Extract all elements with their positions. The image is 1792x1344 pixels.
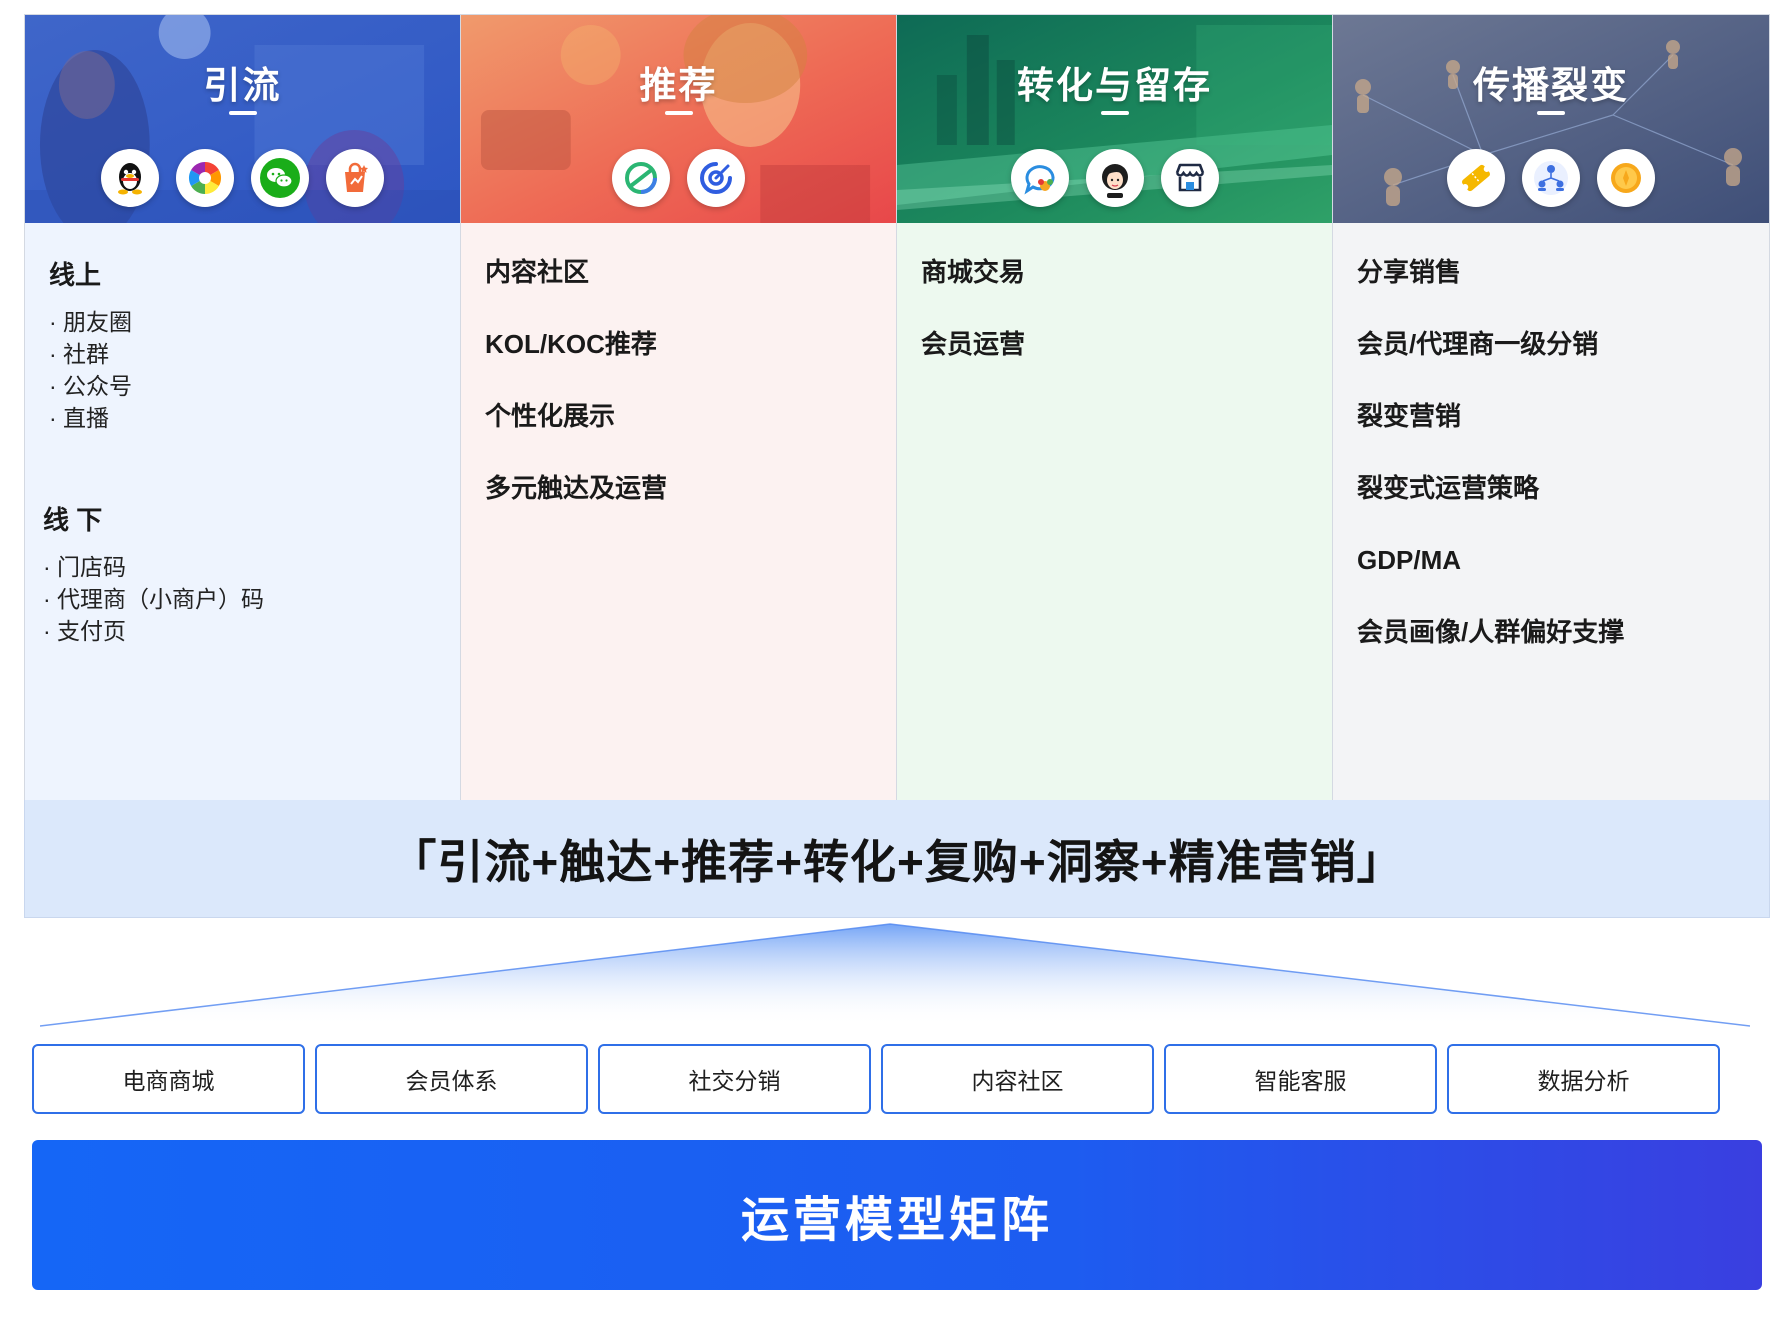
module-ecommerce: 电商商城 (32, 1044, 305, 1114)
column-header-traffic: 引流 (25, 15, 460, 223)
qq-icon (101, 149, 159, 207)
column-title: 引流 (203, 65, 282, 106)
feature-item: 会员/代理商一级分销 (1357, 329, 1599, 359)
column-title: 传播裂变 (1473, 65, 1629, 106)
recommend-icon (612, 149, 670, 207)
column-viral: 传播裂变 分享销售 会员/代理商一级分销 裂变营销 裂变式运营策略 GDP/MA… (1333, 15, 1769, 801)
module-smart-service: 智能客服 (1164, 1044, 1437, 1114)
column-body-recommend: 内容社区 KOL/KOC推荐 个性化展示 多元触达及运营 (461, 223, 896, 801)
feature-item: 裂变营销 (1357, 401, 1462, 431)
bullet-item: · 代理商（小商户）码 (43, 586, 265, 612)
module-data-analysis: 数据分析 (1447, 1044, 1720, 1114)
column-body-traffic: 线上 · 朋友圈 · 社群 · 公众号 · 直播 线 下 · 门店码 · 代理商… (25, 223, 460, 801)
feature-item: 个性化展示 (485, 401, 616, 431)
pyramid-connector (40, 923, 1750, 1027)
feature-item: 会员画像/人群偏好支撑 (1357, 617, 1625, 647)
group-title-online: 线上 (49, 260, 102, 290)
title-underline (664, 111, 693, 115)
slogan-band: 「引流+触达+推荐+转化+复购+洞察+精准营销」 (24, 800, 1770, 918)
capability-modules: 电商商城 会员体系 社交分销 内容社区 智能客服 数据分析 (32, 1044, 1752, 1114)
column-title: 转化与留存 (1017, 65, 1212, 106)
shopping-bag-icon (326, 149, 384, 207)
store-icon (1160, 149, 1219, 207)
bullet-item: · 朋友圈 (49, 309, 133, 335)
coin-icon (1597, 149, 1655, 207)
feature-item: GDP/MA (1357, 545, 1461, 575)
chat-bubble-icon (1010, 149, 1069, 207)
column-header-recommend: 推荐 (461, 15, 896, 223)
bullet-item: · 门店码 (43, 554, 127, 580)
column-body-conversion: 商城交易 会员运营 (897, 223, 1332, 801)
feature-item: 裂变式运营策略 (1357, 473, 1540, 503)
footer-title: 运营模型矩阵 (740, 1194, 1053, 1247)
bullet-item: · 支付页 (43, 618, 127, 644)
module-content-community: 内容社区 (881, 1044, 1154, 1114)
target-icon (687, 149, 745, 207)
column-header-conversion: 转化与留存 (897, 15, 1332, 223)
title-underline (1537, 111, 1565, 115)
feature-item: 商城交易 (921, 257, 1026, 287)
column-header-viral: 传播裂变 (1333, 15, 1769, 223)
feature-item: 多元触达及运营 (485, 473, 668, 503)
channel-icons (461, 149, 896, 207)
wechat-icon (251, 149, 309, 207)
feature-item: 分享销售 (1357, 257, 1462, 287)
online-group: 线上 · 朋友圈 · 社群 · 公众号 · 直播 (49, 255, 436, 434)
footer-banner: 运营模型矩阵 (32, 1140, 1762, 1290)
feature-item: 会员运营 (921, 329, 1026, 359)
camera-aperture-icon (176, 149, 234, 207)
column-recommend: 推荐 内容社区 KOL/KOC推荐 个性化展示 多元触达及运营 (461, 15, 897, 801)
column-body-viral: 分享销售 会员/代理商一级分销 裂变营销 裂变式运营策略 GDP/MA 会员画像… (1333, 223, 1769, 801)
bullet-item: · 直播 (49, 405, 110, 431)
title-underline (228, 111, 257, 115)
network-users-icon (1522, 149, 1580, 207)
column-conversion: 转化与留存 商城交易 会员运营 (897, 15, 1333, 801)
module-social-distribution: 社交分销 (598, 1044, 871, 1114)
channel-icons (897, 149, 1332, 207)
column-title: 推荐 (639, 65, 718, 106)
module-membership: 会员体系 (315, 1044, 588, 1114)
slogan-text: 「引流+触达+推荐+转化+复购+洞察+精准营销」 (390, 835, 1404, 888)
feature-item: 内容社区 (485, 257, 590, 287)
coupon-icon (1447, 149, 1505, 207)
group-title-offline: 线 下 (43, 505, 103, 535)
bullet-item: · 社群 (49, 341, 110, 367)
channel-icons (25, 149, 460, 207)
title-underline (1100, 111, 1129, 115)
offline-group: 线 下 · 门店码 · 代理商（小商户）码 · 支付页 (43, 500, 436, 647)
column-traffic: 引流 线上 · 朋友圈 · 社群 · 公众号 · 直播 线 下 · 门店码 · … (25, 15, 461, 801)
bullet-item: · 公众号 (49, 373, 133, 399)
operation-matrix: 引流 线上 · 朋友圈 · 社群 · 公众号 · 直播 线 下 · 门店码 · … (24, 14, 1770, 801)
customer-service-icon (1085, 149, 1144, 207)
feature-item: KOL/KOC推荐 (485, 329, 657, 359)
channel-icons (1333, 149, 1769, 207)
